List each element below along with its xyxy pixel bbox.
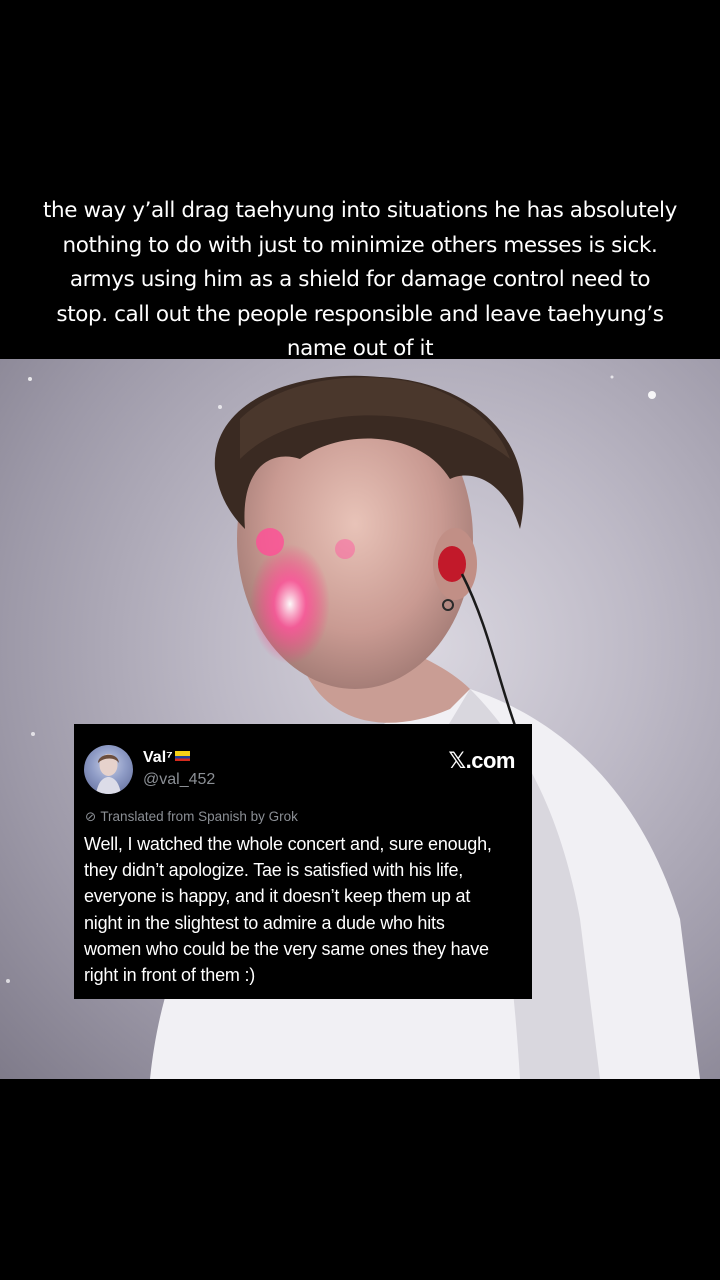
avatar-image [96, 754, 121, 794]
display-name-text: Val⁷ [143, 749, 173, 766]
tweet-card[interactable]: Val⁷ @val_452 𝕏.com ⊘ Translated from Spa… [74, 724, 532, 999]
tweet-line: everyone is happy, and it doesn’t keep t… [84, 886, 471, 907]
user-handle[interactable]: @val_452 [143, 771, 215, 789]
tweet-line: Well, I watched the whole concert and, s… [84, 834, 492, 854]
caption-line: nothing to do with just to minimize othe… [62, 232, 658, 258]
tweet-line: right in front of them :) [84, 965, 256, 986]
translate-icon: ⊘ [85, 809, 97, 824]
translation-note-text: Translated from Spanish by Grok [100, 809, 298, 824]
display-name[interactable]: Val⁷ [143, 749, 190, 767]
avatar[interactable] [84, 745, 133, 794]
x-logo: 𝕏.com [448, 748, 515, 773]
tweet-text: Well, I watched the whole concert and, s… [84, 831, 530, 988]
caption-text: the way y’all drag taehyung into situati… [10, 194, 710, 367]
tweet-line: they didn’t apologize. Tae is satisfied … [84, 860, 464, 881]
tweet-line: night in the slightest to admire a dude … [84, 912, 445, 933]
caption-line: armys using him as a shield for damage c… [69, 267, 651, 292]
tweet-line: women who could be the very same ones th… [84, 938, 489, 959]
caption-line: stop. call out the people responsible an… [56, 301, 664, 327]
caption-line: the way y’all drag taehyung into situati… [43, 198, 677, 223]
colombia-flag-icon [174, 751, 190, 761]
translation-note: ⊘ Translated from Spanish by Grok [85, 809, 298, 825]
